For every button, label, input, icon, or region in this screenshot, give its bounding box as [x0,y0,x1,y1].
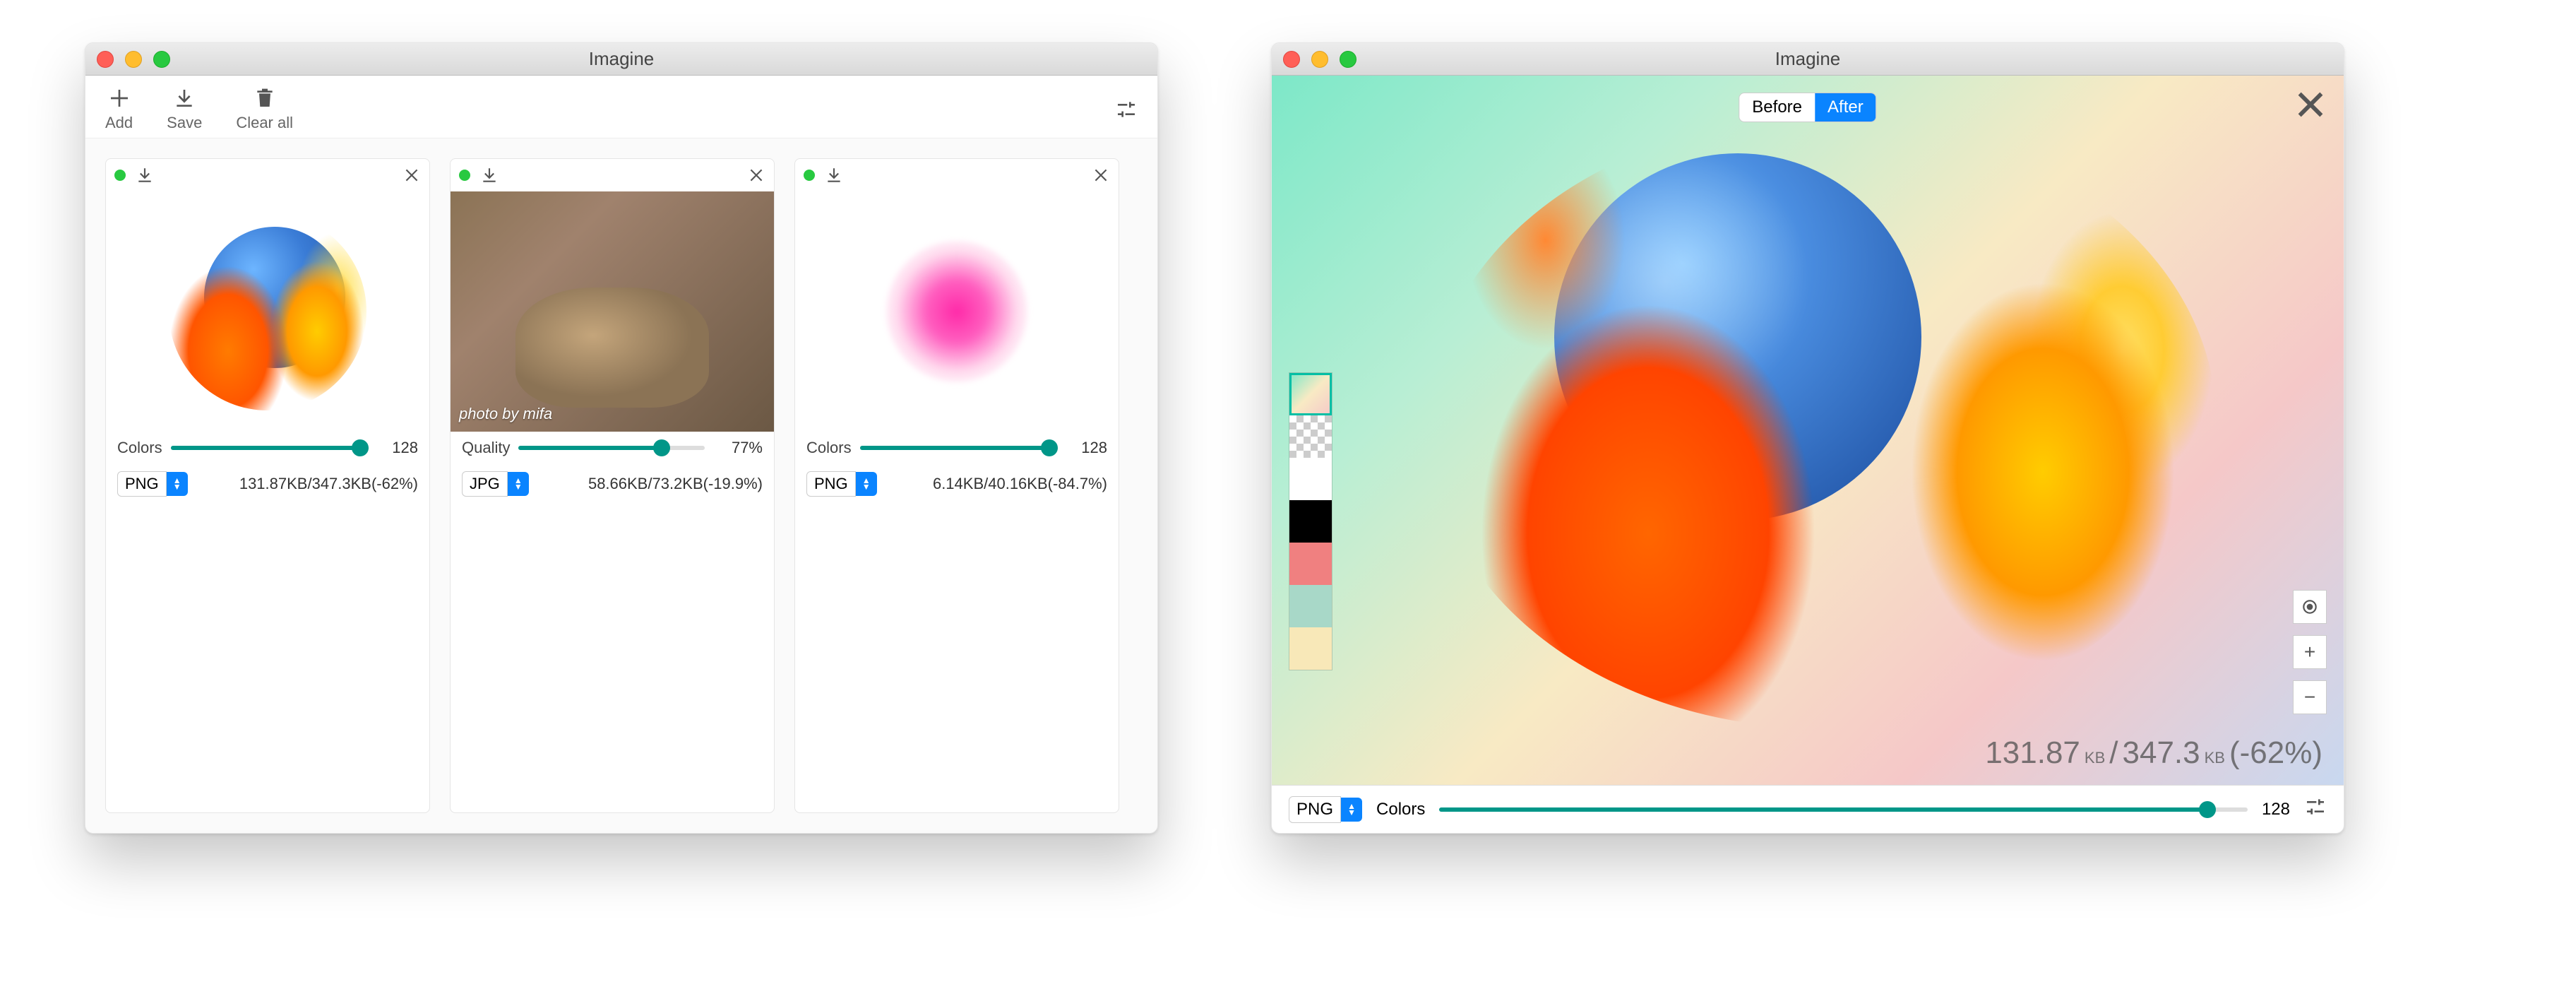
thumbnail[interactable] [795,191,1119,432]
add-button[interactable]: Add [105,87,133,132]
orig-size: 347.3 [2123,735,2200,771]
preview-canvas: Before After + − 131.87 KB / [1272,76,2344,785]
colors-slider[interactable] [171,446,360,450]
slider-label: Colors [806,439,852,457]
sliders-icon [1115,98,1138,121]
window-title: Imagine [1272,48,2344,70]
format-select[interactable]: JPG ▲▼ [462,471,529,497]
select-arrows-icon: ▲▼ [856,472,877,496]
fit-button[interactable] [2293,590,2327,624]
main-window: Imagine Add Save Clear all [85,42,1158,834]
slider-label: Quality [462,439,510,457]
swatch-gradient[interactable] [1289,373,1332,415]
titlebar: Imagine [85,43,1157,76]
status-dot [114,170,126,181]
swatch-cream[interactable] [1289,627,1332,670]
titlebar: Imagine [1272,43,2344,76]
background-swatches [1289,372,1332,670]
download-icon [173,87,196,110]
image-card: photo by mifa Quality 77% JPG ▲▼ 58.66KB… [450,158,775,813]
window-title: Imagine [85,48,1157,70]
plus-icon [108,87,131,110]
sliders-icon [2304,795,2327,818]
status-dot [459,170,470,181]
trash-icon [254,87,276,110]
target-icon [2301,598,2319,616]
after-tab[interactable]: After [1815,93,1876,122]
zoom-controls: + − [2293,590,2327,714]
format-value: PNG [806,471,856,497]
settings-button[interactable] [1115,98,1138,121]
swatch-white[interactable] [1289,458,1332,500]
slider-label: Colors [1376,800,1425,819]
slider-value: 77% [713,439,763,457]
swatch-mint[interactable] [1289,585,1332,627]
format-value: PNG [117,471,167,497]
zoom-in-button[interactable]: + [2293,635,2327,669]
slider-label: Colors [117,439,162,457]
zoom-out-button[interactable]: − [2293,680,2327,714]
image-card: Colors 128 PNG ▲▼ 131.87KB/347.3KB(-62%) [105,158,430,813]
clear-all-label: Clear all [236,114,293,132]
colors-slider[interactable] [860,446,1049,450]
add-label: Add [105,114,133,132]
card-grid: Colors 128 PNG ▲▼ 131.87KB/347.3KB(-62%) [85,138,1157,833]
close-icon[interactable] [402,166,421,184]
select-arrows-icon: ▲▼ [1341,798,1362,822]
clear-all-button[interactable]: Clear all [236,87,293,132]
preview-image[interactable] [1427,118,2217,728]
size-stats: 131.87KB/347.3KB(-62%) [198,475,418,493]
settings-button[interactable] [2304,795,2327,823]
save-label: Save [167,114,202,132]
size-sep: / [2109,735,2118,771]
close-icon [2294,88,2327,121]
close-icon[interactable] [1092,166,1110,184]
size-stats: 6.14KB/40.16KB(-84.7%) [887,475,1107,493]
close-preview-button[interactable] [2294,88,2327,126]
preview-bottom-bar: PNG ▲▼ Colors 128 [1272,785,2344,833]
preview-window: Imagine Before After + − [1271,42,2344,834]
format-select[interactable]: PNG ▲▼ [1289,796,1362,823]
cat-image: photo by mifa [451,191,774,432]
format-value: JPG [462,471,508,497]
save-button[interactable]: Save [167,87,202,132]
format-select[interactable]: PNG ▲▼ [117,471,188,497]
swatch-transparent[interactable] [1289,415,1332,458]
swatch-black[interactable] [1289,500,1332,543]
format-select[interactable]: PNG ▲▼ [806,471,877,497]
size-delta: (-62%) [2229,735,2322,771]
thumbnail[interactable]: photo by mifa [451,191,774,432]
select-arrows-icon: ▲▼ [167,472,188,496]
pink-blur-image [886,241,1027,382]
thumbnail[interactable] [106,191,429,432]
preview-size-stats: 131.87 KB / 347.3 KB (-62%) [1985,735,2322,771]
close-icon[interactable] [747,166,765,184]
before-tab[interactable]: Before [1739,93,1815,122]
slider-value: 128 [1058,439,1107,457]
firefox-logo-image [169,213,366,410]
new-size-unit: KB [2085,749,2105,767]
orig-size-unit: KB [2205,749,2225,767]
download-icon[interactable] [136,166,154,184]
format-value: PNG [1289,796,1341,823]
colors-slider[interactable] [1439,807,2248,812]
download-icon[interactable] [825,166,843,184]
download-icon[interactable] [480,166,499,184]
swatch-coral[interactable] [1289,543,1332,585]
select-arrows-icon: ▲▼ [508,472,529,496]
toolbar: Add Save Clear all [85,76,1157,138]
status-dot [804,170,815,181]
quality-slider[interactable] [518,446,705,450]
size-stats: 58.66KB/73.2KB(-19.9%) [539,475,763,493]
new-size: 131.87 [1985,735,2080,771]
slider-value: 128 [2262,800,2290,819]
slider-value: 128 [369,439,418,457]
photo-credit: photo by mifa [459,405,552,423]
image-card: Colors 128 PNG ▲▼ 6.14KB/40.16KB(-84.7%) [794,158,1119,813]
